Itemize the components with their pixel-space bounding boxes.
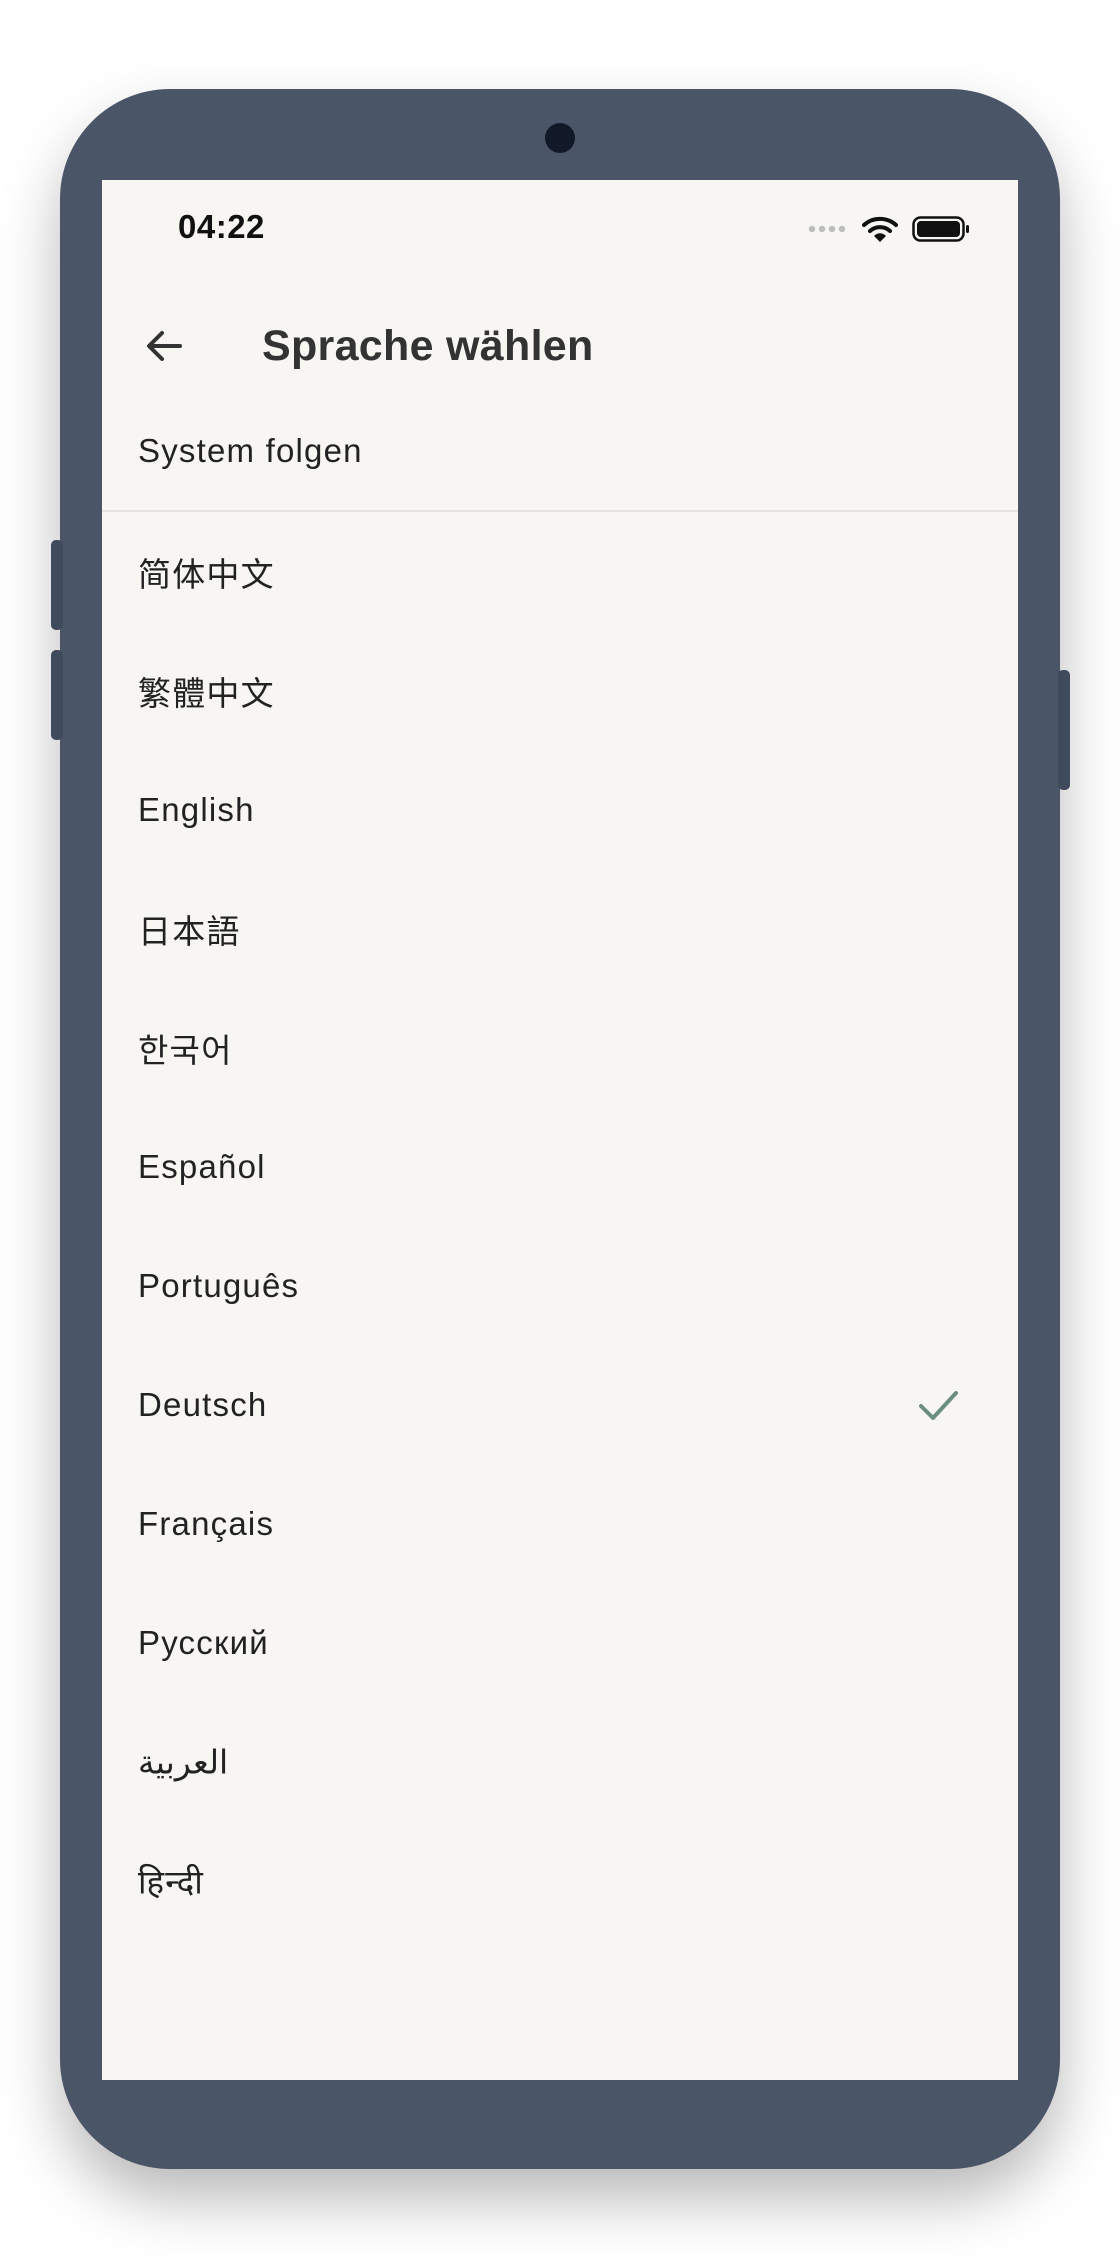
language-label: Português (138, 1266, 300, 1304)
language-item-korean[interactable]: 한국어 (102, 988, 1018, 1107)
system-follow-option[interactable]: System folgen (102, 392, 1018, 512)
language-item-portuguese[interactable]: Português (102, 1226, 1018, 1345)
battery-icon (912, 216, 969, 242)
status-time: 04:22 (178, 208, 265, 245)
power-button[interactable] (1058, 670, 1070, 790)
screen: 04:22 Sprache wählen System folgen 简体中文 … (102, 180, 1018, 2080)
language-label: Русский (138, 1623, 269, 1661)
language-item-hindi[interactable]: हिन्दी (102, 1821, 1018, 1940)
language-item-german[interactable]: Deutsch (102, 1345, 1018, 1464)
language-label: Español (138, 1147, 266, 1185)
back-button[interactable] (132, 314, 196, 378)
volume-up-button[interactable] (51, 540, 63, 630)
status-icons (808, 214, 970, 244)
language-label: 繁體中文 (138, 674, 275, 712)
language-item-spanish[interactable]: Español (102, 1107, 1018, 1226)
arrow-left-icon (147, 331, 182, 361)
checkmark-icon (919, 1390, 958, 1420)
language-label: हिन्दी (138, 1863, 204, 1900)
front-camera (545, 123, 575, 153)
signal-dots-icon (808, 225, 846, 233)
page-title: Sprache wählen (262, 322, 594, 370)
language-item-zh-hans[interactable]: 简体中文 (102, 512, 1018, 631)
language-label: English (138, 790, 255, 828)
language-label: Français (138, 1504, 275, 1542)
language-label: 简体中文 (138, 555, 275, 593)
language-list: 简体中文 繁體中文 English 日本語 한국어 Español Portug… (102, 512, 1018, 1940)
system-follow-label: System folgen (138, 432, 363, 469)
language-item-zh-hant[interactable]: 繁體中文 (102, 631, 1018, 750)
wifi-icon (862, 216, 898, 242)
language-label: 日本語 (138, 912, 241, 950)
language-item-english[interactable]: English (102, 750, 1018, 869)
language-label: العربية (138, 1743, 229, 1780)
status-bar: 04:22 (102, 180, 1018, 276)
language-item-japanese[interactable]: 日本語 (102, 869, 1018, 988)
language-label: Deutsch (138, 1385, 268, 1423)
language-item-arabic[interactable]: العربية (102, 1702, 1018, 1821)
volume-down-button[interactable] (51, 650, 63, 740)
language-item-french[interactable]: Français (102, 1464, 1018, 1583)
language-item-russian[interactable]: Русский (102, 1583, 1018, 1702)
language-label: 한국어 (138, 1031, 233, 1069)
